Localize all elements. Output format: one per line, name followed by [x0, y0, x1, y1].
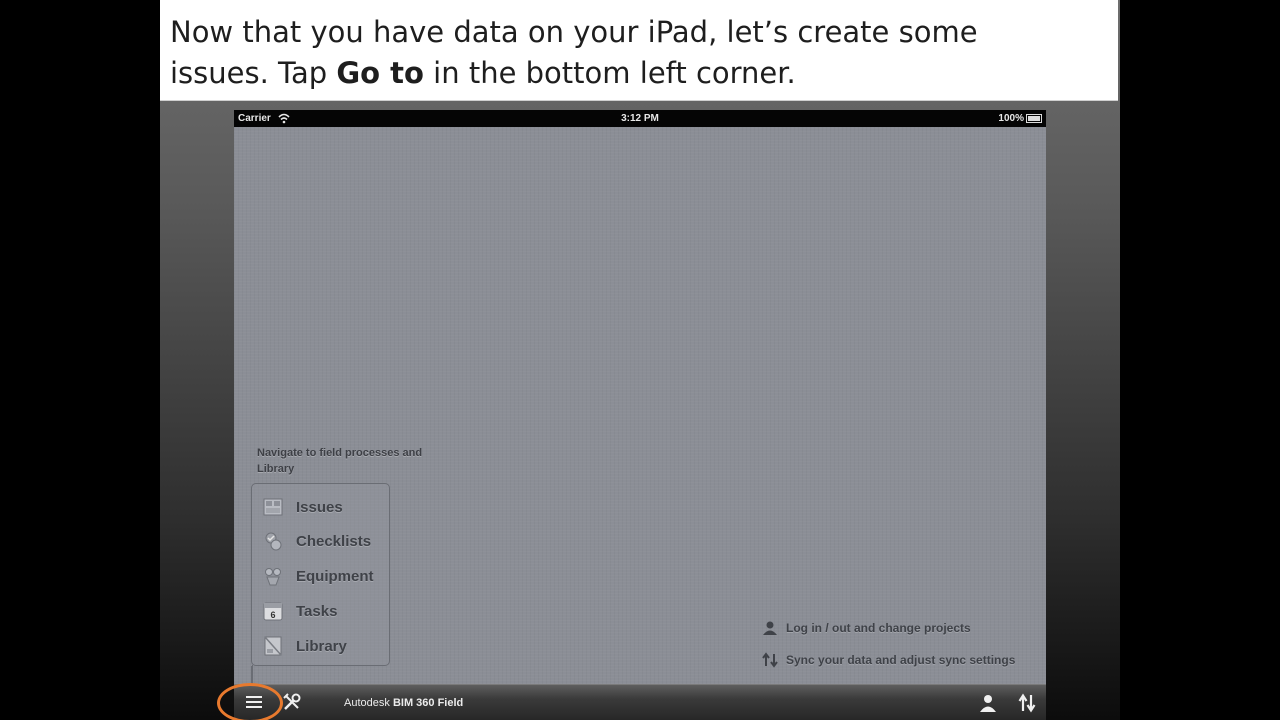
goto-menu-preview: Issues Checklists Equipment 6 Tasks Libr…: [251, 483, 390, 685]
library-icon: [264, 636, 282, 656]
equipment-icon: [265, 568, 281, 586]
caption-line-1: Now that you have data on your iPad, let…: [170, 15, 978, 49]
letterbox-left: [0, 0, 160, 720]
menu-item-checklists[interactable]: Checklists: [262, 528, 371, 554]
sync-hint: Sync your data and adjust sync settings: [762, 651, 1015, 669]
caption-line-2-suffix: in the bottom left corner.: [423, 56, 796, 90]
sync-arrows-icon: [762, 652, 778, 668]
menu-item-issues-label: Issues: [296, 498, 343, 516]
battery-percent: 100%: [998, 113, 1024, 124]
status-time: 3:12 PM: [621, 113, 659, 124]
battery-icon: [1026, 114, 1042, 123]
login-hint-text: Log in / out and change projects: [786, 621, 971, 635]
menu-item-checklists-label: Checklists: [296, 532, 372, 550]
brand-name: BIM 360: [392, 697, 435, 709]
issues-icon: [263, 498, 283, 516]
menu-item-equipment-label: Equipment: [296, 567, 374, 585]
ipad-screen: Carrier 3:12 PM 100% Navigate to field p…: [234, 110, 1046, 720]
menu-item-library-label: Library: [296, 637, 347, 655]
user-icon: [763, 621, 777, 635]
tasks-icon: 6: [263, 602, 283, 621]
brand-suffix: Field: [437, 697, 464, 709]
letterbox-right: [1120, 0, 1280, 720]
caption-line-2: issues. Tap Go to in the bottom left cor…: [170, 53, 1108, 94]
status-bar: Carrier 3:12 PM 100%: [234, 110, 1046, 127]
tasks-badge: 6: [270, 610, 275, 620]
account-icon[interactable]: [978, 693, 998, 713]
goto-highlight-ring: [217, 683, 283, 720]
sync-icon[interactable]: [1018, 693, 1036, 713]
navigate-hint: Navigate to field processes and Library: [257, 447, 423, 475]
checklists-icon: [265, 532, 282, 551]
menu-item-tasks-label: Tasks: [296, 602, 338, 620]
login-hint: Log in / out and change projects: [762, 619, 971, 637]
caption-go-to: Go to: [336, 56, 424, 90]
app-brand: Autodesk BIM 360 Field: [344, 685, 463, 720]
bottom-toolbar: Autodesk BIM 360 Field: [234, 684, 1046, 720]
menu-item-issues[interactable]: Issues: [262, 494, 343, 520]
tools-icon[interactable]: [282, 692, 302, 712]
menu-item-equipment[interactable]: Equipment: [262, 563, 374, 589]
instruction-caption: Now that you have data on your iPad, let…: [160, 0, 1118, 101]
menu-item-library[interactable]: Library: [262, 633, 347, 659]
menu-item-tasks[interactable]: 6 Tasks: [262, 598, 337, 624]
caption-line-2-prefix: issues. Tap: [170, 56, 337, 90]
brand-prefix: Autodesk: [344, 697, 390, 709]
sync-hint-text: Sync your data and adjust sync settings: [786, 653, 1016, 667]
